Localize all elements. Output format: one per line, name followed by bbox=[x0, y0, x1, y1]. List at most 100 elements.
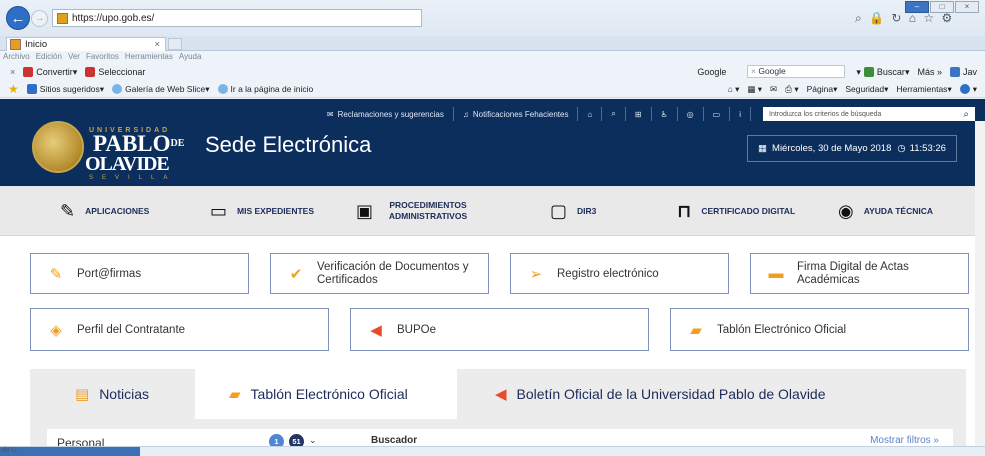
address-bar[interactable]: https://upo.gob.es/ bbox=[52, 9, 422, 27]
favorites-bar: ★ Sitios sugeridos ▾ Galería de Web Slic… bbox=[0, 81, 985, 98]
megaphone-icon: ◀ bbox=[370, 321, 382, 339]
info-link[interactable]: i bbox=[730, 107, 751, 121]
herramientas-menu[interactable]: Herramientas ▾ bbox=[896, 84, 951, 95]
newspaper-icon: ▤ bbox=[75, 386, 90, 403]
mostrar-filtros-link[interactable]: Mostrar filtros » bbox=[870, 435, 939, 446]
card-portafirmas-label: Port@firmas bbox=[77, 267, 142, 280]
chevron-down-icon[interactable]: ⌄ bbox=[309, 435, 317, 446]
address-actions[interactable]: ⌕ 🔒 ↻ ⌂ ☆ ⚙ bbox=[855, 11, 954, 26]
university-logo[interactable]: UNIVERSIDAD PABLODE OLAVIDE SEVILLA bbox=[27, 109, 187, 181]
menu-certificado-label: CERTIFICADO DIGITAL bbox=[701, 206, 796, 216]
toolbar-search-input[interactable]: × Google bbox=[747, 65, 845, 78]
buscar-button[interactable]: ▾ Buscar ▾ bbox=[856, 67, 909, 78]
search-icon[interactable]: ⌕ bbox=[855, 11, 864, 25]
book-icon: ▰ bbox=[229, 386, 241, 403]
menu-ayuda[interactable]: Ayuda bbox=[179, 52, 202, 63]
sitemap-link[interactable]: ⊞ bbox=[626, 107, 652, 121]
mail-icon: ✉ bbox=[326, 109, 334, 119]
card-tablon[interactable]: ▰ Tablón Electrónico Oficial bbox=[670, 308, 969, 351]
support-link[interactable]: ◎ bbox=[678, 107, 704, 121]
search-icon[interactable]: ⌕ bbox=[963, 109, 969, 120]
tab-close-button[interactable]: × bbox=[154, 39, 160, 50]
menu-edicion[interactable]: Edición bbox=[36, 52, 62, 63]
card-verificacion[interactable]: ✔ Verificación de Documentos y Certificad… bbox=[270, 253, 489, 294]
close-window-button[interactable]: × bbox=[955, 1, 979, 13]
logo-pablo: PABLODE bbox=[93, 132, 185, 155]
card-perfil-contratante[interactable]: ◈ Perfil del Contratante bbox=[30, 308, 329, 351]
back-button[interactable]: ← bbox=[6, 6, 30, 30]
ir-inicio-link[interactable]: Ir a la página de inicio bbox=[217, 84, 313, 94]
java-label: Jav bbox=[962, 67, 977, 77]
forward-button[interactable]: → bbox=[31, 10, 48, 27]
menu-aplicaciones[interactable]: ✎ APLICACIONES bbox=[60, 186, 149, 236]
card-registro-label: Registro electrónico bbox=[557, 267, 659, 280]
card-bupoe[interactable]: ◀ BUPOe bbox=[350, 308, 649, 351]
card-registro[interactable]: ➢ Registro electrónico bbox=[510, 253, 729, 294]
card-firma-actas-label: Firma Digital de Actas Académicas bbox=[797, 260, 909, 286]
home-icon[interactable]: ⌂ bbox=[909, 11, 918, 25]
convertir-button[interactable]: Convertir ▾ bbox=[23, 67, 77, 78]
gear-icon[interactable]: ⚙ bbox=[941, 11, 954, 25]
new-tab-button[interactable] bbox=[168, 38, 182, 50]
google-search-label[interactable]: Google bbox=[697, 67, 726, 77]
card-portafirmas[interactable]: ✎ Port@firmas bbox=[30, 253, 249, 294]
tab-title: Inicio bbox=[25, 39, 48, 50]
refresh-icon[interactable]: ↻ bbox=[891, 11, 903, 25]
magic-wand-icon: ✎ bbox=[60, 200, 76, 221]
menu-archivo[interactable]: Archivo bbox=[3, 52, 30, 63]
home-link[interactable]: ⌂ bbox=[578, 107, 603, 121]
menu-herramientas[interactable]: Herramientas bbox=[125, 52, 173, 63]
menu-procedimientos-label: PROCEDIMIENTOS ADMINISTRATIVOS bbox=[388, 200, 468, 221]
page-scrollbar[interactable] bbox=[975, 121, 985, 446]
menu-ayuda-tecnica[interactable]: ◉ AYUDA TÉCNICA bbox=[838, 186, 933, 236]
accessibility-link[interactable]: ♿ bbox=[652, 107, 678, 121]
reclamaciones-link[interactable]: ✉ Reclamaciones y sugerencias bbox=[318, 107, 454, 121]
tab-tablon[interactable]: ▰ Tablón Electrónico Oficial bbox=[195, 369, 457, 419]
menu-certificado[interactable]: ⊓ CERTIFICADO DIGITAL bbox=[677, 186, 795, 236]
tab-boletin[interactable]: ◀ Boletín Oficial de la Universidad Pablo… bbox=[495, 369, 826, 419]
google-icon bbox=[863, 67, 874, 77]
box-icon: ◈ bbox=[50, 321, 62, 339]
menu-ver[interactable]: Ver bbox=[68, 52, 80, 63]
pagina-menu[interactable]: Página ▾ bbox=[807, 84, 838, 95]
home-toolbar-button[interactable]: ⌂ ▾ bbox=[728, 84, 740, 95]
tab-noticias[interactable]: ▤ Noticias bbox=[75, 369, 149, 419]
minimize-button[interactable]: – bbox=[905, 1, 929, 13]
id-card-icon: ▭ bbox=[712, 109, 721, 119]
maximize-button[interactable]: □ bbox=[930, 1, 954, 13]
site-search-input[interactable]: Introduzca los criterios de búsqueda ⌕ bbox=[763, 107, 975, 121]
mas-button[interactable]: Más » bbox=[917, 67, 942, 77]
seguridad-menu[interactable]: Seguridad ▾ bbox=[845, 84, 888, 95]
menu-mis-expedientes[interactable]: ▭ MIS EXPEDIENTES bbox=[210, 186, 314, 236]
accessibility-icon: ♿ bbox=[660, 109, 668, 119]
menu-procedimientos[interactable]: ▣ PROCEDIMIENTOS ADMINISTRATIVOS bbox=[356, 186, 473, 236]
browser-tab[interactable]: Inicio × bbox=[6, 37, 166, 51]
menu-favoritos[interactable]: Favoritos bbox=[86, 52, 119, 63]
seleccionar-label: Seleccionar bbox=[98, 67, 146, 77]
feeds-button[interactable]: ▦ ▾ bbox=[747, 84, 762, 95]
card-firma-actas[interactable]: ▬ Firma Digital de Actas Académicas bbox=[750, 253, 969, 294]
mail-button[interactable]: ✉ bbox=[770, 84, 777, 95]
megaphone-icon: ◀ bbox=[495, 386, 507, 403]
favorites-star-icon[interactable]: ★ bbox=[8, 82, 19, 96]
galeria-link[interactable]: Galería de Web Slice ▾ bbox=[112, 84, 210, 95]
help-button[interactable]: ▾ bbox=[959, 84, 977, 95]
notificaciones-link[interactable]: ♫ Notificaciones Fehacientes bbox=[454, 107, 579, 121]
card-link[interactable]: ▭ bbox=[704, 107, 731, 121]
lifebuoy-icon: ◎ bbox=[686, 109, 694, 119]
java-button[interactable]: Jav bbox=[949, 67, 977, 77]
star-icon[interactable]: ☆ bbox=[923, 11, 936, 25]
site-search-placeholder: Introduzca los criterios de búsqueda bbox=[769, 110, 882, 118]
menu-dir3[interactable]: ▢ DIR3 bbox=[550, 186, 596, 236]
logo-de: DE bbox=[170, 138, 185, 149]
print-button[interactable]: ⎙ ▾ bbox=[785, 84, 798, 95]
command-bar-close-button[interactable]: × bbox=[10, 67, 15, 77]
page-title: Sede Electrónica bbox=[205, 132, 372, 157]
lock-icon: 🔒 bbox=[869, 11, 887, 25]
search-link[interactable]: ⌕ bbox=[602, 107, 626, 121]
sitios-icon bbox=[26, 84, 37, 94]
sitios-sugeridos-link[interactable]: Sitios sugeridos ▾ bbox=[26, 84, 104, 95]
check-icon: ✔ bbox=[289, 265, 303, 283]
seleccionar-button[interactable]: Seleccionar bbox=[85, 67, 145, 77]
book-icon: ▰ bbox=[690, 321, 702, 339]
